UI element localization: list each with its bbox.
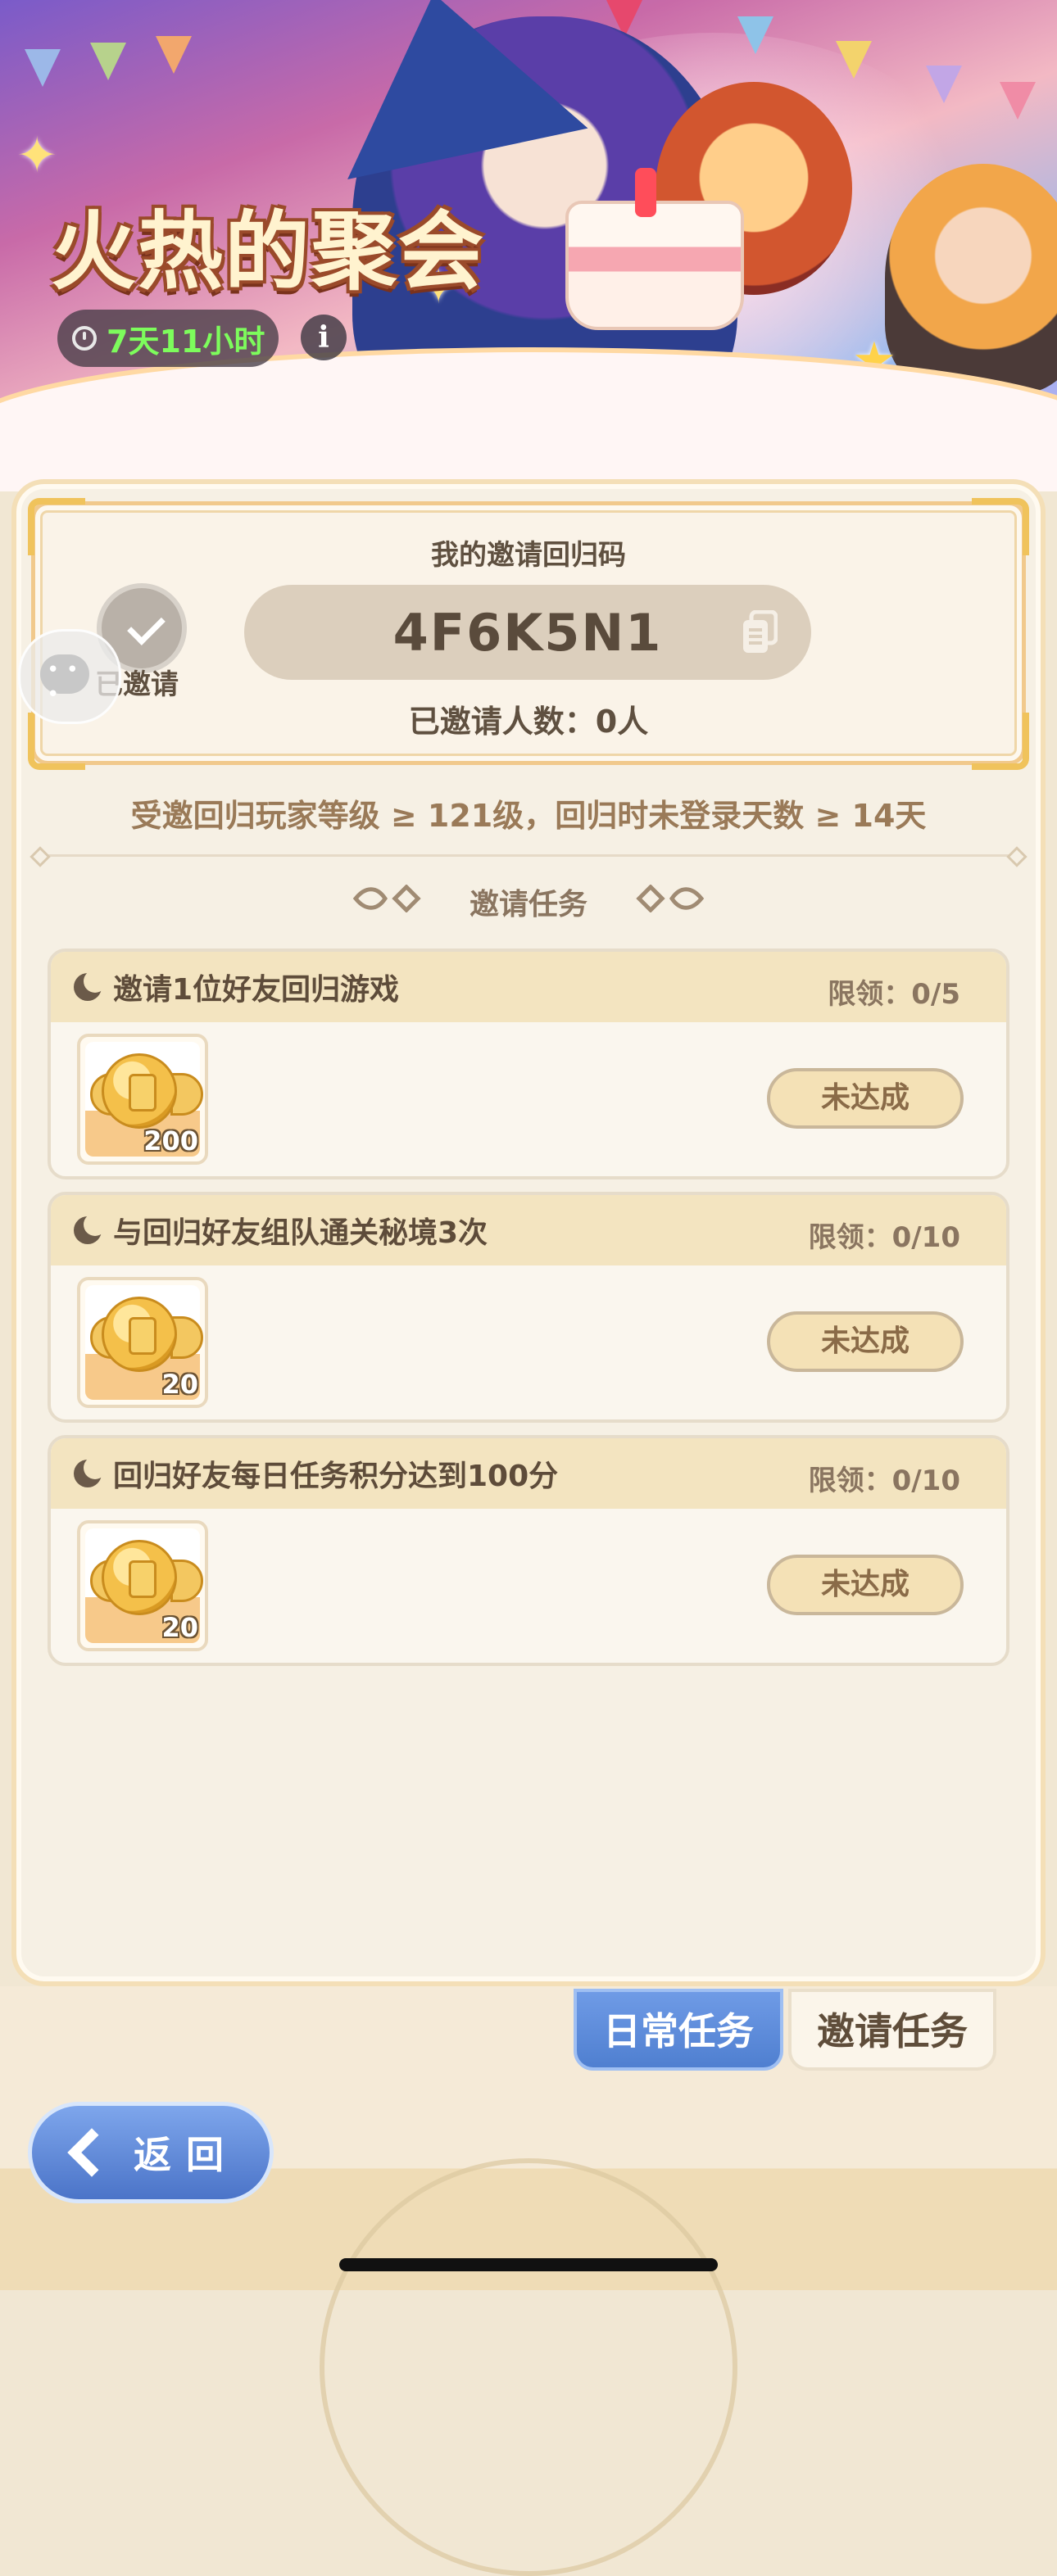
task-limit: 限领：0/10	[808, 1465, 960, 1497]
section-divider	[39, 854, 1018, 857]
task-header: 回归好友每日任务积分达到100分 限领：0/10	[51, 1438, 1006, 1509]
cake-candle-art	[635, 168, 656, 217]
sparkle-star-icon: ✦	[16, 127, 58, 184]
reward-item[interactable]: 200	[77, 1034, 208, 1165]
reward-quantity: 20	[161, 1612, 198, 1643]
task-status-button[interactable]: 未达成	[767, 1311, 964, 1372]
pennant-decoration	[90, 43, 126, 80]
moon-icon	[74, 1456, 107, 1487]
pennant-decoration	[926, 66, 962, 103]
invite-requirement-text: 受邀回归玩家等级 ≥ 121级，回归时未登录天数 ≥ 14天	[130, 798, 927, 834]
moon-icon	[74, 1213, 107, 1244]
pennant-decoration	[25, 49, 61, 87]
task-name: 邀请1位好友回归游戏	[113, 973, 400, 1007]
reward-quantity: 20	[161, 1369, 198, 1400]
task-name: 回归好友每日任务积分达到100分	[113, 1460, 559, 1493]
reward-item[interactable]: 20	[77, 1520, 208, 1651]
invite-code-value: 4F6K5N1	[392, 602, 663, 663]
section-title: 邀请任务	[469, 888, 587, 921]
banner-cloud-edge	[0, 352, 1057, 491]
clock-icon	[72, 326, 97, 351]
reward-quantity: 200	[143, 1125, 198, 1157]
coin-reward-icon	[102, 1297, 177, 1372]
coin-reward-icon	[102, 1540, 177, 1615]
pennant-decoration	[1000, 82, 1036, 120]
task-name: 与回归好友组队通关秘境3次	[113, 1216, 488, 1250]
home-indicator[interactable]	[339, 2258, 718, 2271]
task-header: 与回归好友组队通关秘境3次 限领：0/10	[51, 1195, 1006, 1265]
pennant-decoration	[737, 16, 773, 54]
event-title: 火热的聚会	[51, 201, 486, 301]
tab-daily-tasks[interactable]: 日常任务	[574, 1989, 783, 2071]
invite-code-label: 我的邀请回归码	[431, 539, 626, 572]
task-header: 邀请1位好友回归游戏 限领：0/5	[51, 952, 1006, 1022]
reward-item[interactable]: 20	[77, 1277, 208, 1408]
pennant-decoration	[156, 36, 192, 74]
back-chevron-icon	[67, 2128, 116, 2177]
task-limit: 限领：0/10	[808, 1221, 960, 1254]
ornament-right-icon	[636, 885, 705, 912]
back-button-label: 返回	[134, 2133, 238, 2177]
task-status-button[interactable]: 未达成	[767, 1068, 964, 1129]
invite-code-field[interactable]: 4F6K5N1	[244, 585, 811, 680]
task-limit: 限领：0/5	[828, 978, 960, 1011]
invited-count-text: 已邀请人数：0人	[408, 704, 649, 740]
birthday-cake-art	[565, 201, 744, 330]
back-button[interactable]: 返回	[28, 2102, 274, 2203]
moon-icon	[74, 970, 107, 1001]
countdown-timer: 7天11小时	[57, 310, 279, 367]
info-icon[interactable]: i	[301, 315, 347, 360]
task-card: 与回归好友组队通关秘境3次 限领：0/10 20 未达成	[48, 1192, 1009, 1423]
decorative-arc	[320, 2158, 737, 2576]
task-card: 邀请1位好友回归游戏 限领：0/5 200 未达成	[48, 948, 1009, 1179]
task-card: 回归好友每日任务积分达到100分 限领：0/10 20 未达成	[48, 1435, 1009, 1666]
chat-icon	[40, 654, 89, 707]
copy-icon[interactable]	[742, 610, 778, 654]
coin-reward-icon	[102, 1053, 177, 1129]
countdown-text: 7天11小时	[107, 323, 265, 360]
pennant-decoration	[836, 41, 872, 79]
tab-invite-tasks[interactable]: 邀请任务	[788, 1989, 996, 2071]
task-status-button[interactable]: 未达成	[767, 1555, 964, 1615]
chat-float-button[interactable]	[18, 629, 121, 724]
